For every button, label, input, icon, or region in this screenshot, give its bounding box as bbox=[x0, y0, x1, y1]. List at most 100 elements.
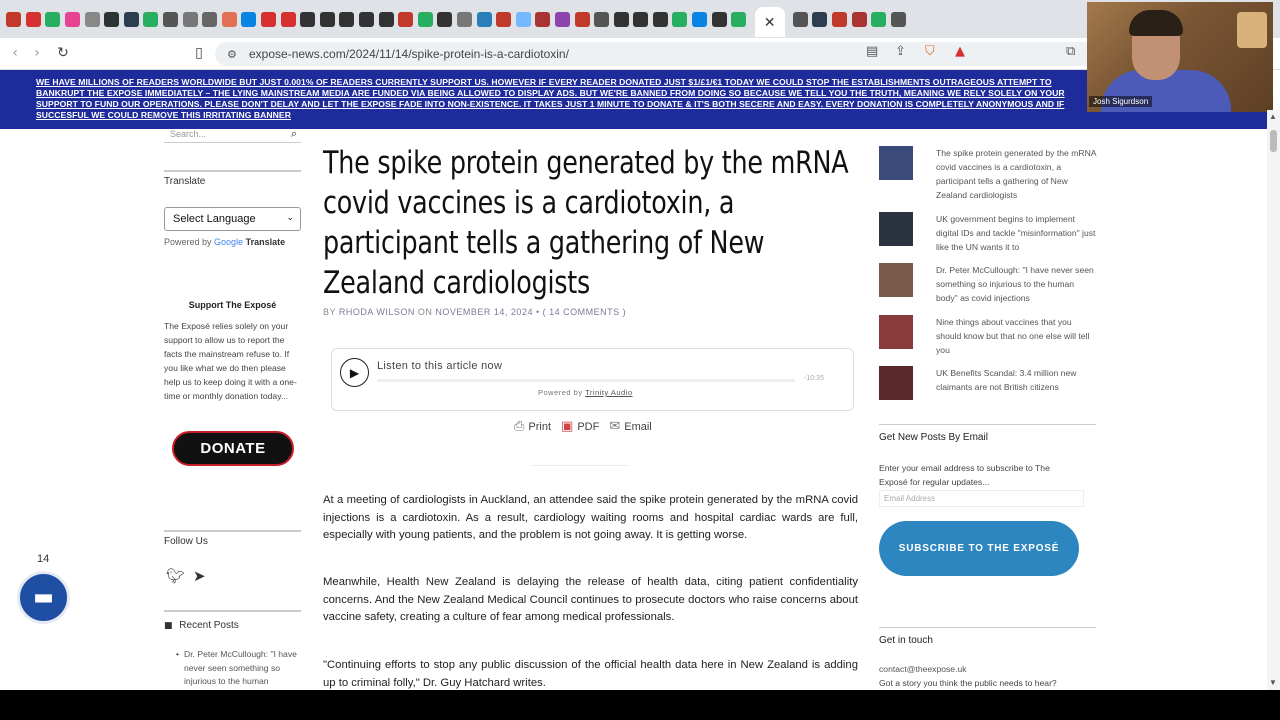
tab-favicon[interactable] bbox=[731, 11, 747, 27]
donation-banner[interactable]: We have millions of readers worldwide bu… bbox=[0, 70, 1272, 129]
tab-favicon[interactable] bbox=[496, 11, 512, 27]
related-post-link[interactable]: The spike protein generated by the mRNA … bbox=[936, 146, 1098, 202]
print-label: Print bbox=[528, 420, 552, 433]
related-post-thumbnail[interactable] bbox=[879, 366, 913, 400]
tab-favicon[interactable] bbox=[280, 11, 296, 27]
tab-favicon[interactable] bbox=[832, 11, 848, 27]
sidebar-search-input[interactable]: Search... ⌕ bbox=[164, 128, 301, 143]
tab-favicon[interactable] bbox=[104, 11, 120, 27]
tab-favicon[interactable] bbox=[300, 11, 316, 27]
forward-icon[interactable]: › bbox=[26, 45, 48, 61]
related-post-thumbnail[interactable] bbox=[879, 315, 913, 349]
tab-favicon[interactable] bbox=[594, 11, 610, 27]
scroll-up-icon[interactable]: ▲ bbox=[1269, 112, 1277, 121]
language-select-value: Select Language bbox=[173, 213, 256, 225]
tab-favicon[interactable] bbox=[851, 11, 867, 27]
tab-favicon[interactable] bbox=[792, 11, 808, 27]
scrollbar-thumb[interactable] bbox=[1270, 130, 1277, 152]
webcam-overlay: Josh Sigurdson bbox=[1087, 2, 1273, 112]
related-post-link[interactable]: Dr. Peter McCullough: "I have never seen… bbox=[936, 263, 1098, 305]
related-post-thumbnail[interactable] bbox=[879, 146, 913, 180]
comments-link[interactable]: ( 14 COMMENTS ) bbox=[543, 307, 627, 317]
telegram-icon[interactable]: ➤ bbox=[193, 567, 206, 585]
tab-favicon[interactable] bbox=[652, 11, 668, 27]
tab-favicon[interactable] bbox=[143, 11, 159, 27]
comments-chat-icon[interactable]: ▬ bbox=[17, 571, 70, 624]
brave-shield-icon[interactable]: ⛉ bbox=[925, 44, 935, 59]
tab-favicon[interactable] bbox=[202, 11, 218, 27]
scroll-down-icon[interactable]: ▼ bbox=[1269, 678, 1277, 687]
email-button[interactable]: ✉ Email bbox=[609, 419, 651, 434]
article-byline: BY RHODA WILSON ON NOVEMBER 14, 2024 • (… bbox=[323, 307, 626, 317]
tab-favicon[interactable] bbox=[871, 11, 887, 27]
reload-icon[interactable]: ↻ bbox=[52, 45, 74, 61]
tab-favicon[interactable] bbox=[319, 11, 335, 27]
tab-favicon[interactable] bbox=[437, 11, 453, 27]
audio-progress-track[interactable] bbox=[377, 379, 795, 382]
rewards-icon[interactable]: ▲ bbox=[955, 44, 965, 59]
tab-favicon[interactable] bbox=[378, 11, 394, 27]
tab-favicon[interactable] bbox=[182, 11, 198, 27]
active-tab[interactable]: ✕ bbox=[754, 7, 785, 37]
share-icon[interactable]: ⇪ bbox=[895, 44, 906, 59]
tab-favicon[interactable] bbox=[692, 11, 708, 27]
translate-link[interactable]: Translate bbox=[246, 237, 286, 247]
contact-email-link[interactable]: contact@theexpose.uk bbox=[879, 664, 967, 674]
tab-favicon[interactable] bbox=[456, 11, 472, 27]
tab-favicon[interactable] bbox=[672, 11, 688, 27]
reader-mode-icon[interactable]: ▤ bbox=[866, 44, 878, 59]
related-post-link[interactable]: Nine things about vaccines that you shou… bbox=[936, 315, 1098, 357]
email-address-input[interactable]: Email Address bbox=[879, 490, 1084, 507]
subscribe-button[interactable]: SUBSCRIBE TO THE EXPOSÉ bbox=[879, 521, 1079, 576]
tab-favicon[interactable] bbox=[417, 11, 433, 27]
tab-favicon[interactable] bbox=[554, 11, 570, 27]
bookmark-icon[interactable]: ▯ bbox=[188, 45, 210, 61]
tab-favicon[interactable] bbox=[65, 11, 81, 27]
play-button[interactable]: ▶ bbox=[340, 358, 369, 387]
twitter-icon[interactable]: 🐦︎ bbox=[166, 567, 185, 585]
donate-button[interactable]: DONATE bbox=[172, 431, 294, 466]
tab-favicon[interactable] bbox=[6, 11, 22, 27]
tab-favicon[interactable] bbox=[515, 11, 531, 27]
page-scrollbar[interactable]: ▲ ▼ bbox=[1267, 110, 1280, 690]
related-post-thumbnail[interactable] bbox=[879, 212, 913, 246]
tab-favicon[interactable] bbox=[25, 11, 41, 27]
tab-favicon[interactable] bbox=[574, 11, 590, 27]
related-post-link[interactable]: UK government begins to implement digita… bbox=[936, 212, 1098, 254]
tab-favicon[interactable] bbox=[613, 11, 629, 27]
tab-favicon[interactable] bbox=[123, 11, 139, 27]
tab-favicon[interactable] bbox=[241, 11, 257, 27]
tab-favicon[interactable] bbox=[711, 11, 727, 27]
close-tab-icon[interactable]: ✕ bbox=[764, 14, 776, 31]
tab-favicon[interactable] bbox=[890, 11, 906, 27]
tab-favicon[interactable] bbox=[163, 11, 179, 27]
tab-favicon[interactable] bbox=[812, 11, 828, 27]
tab-favicon[interactable] bbox=[535, 11, 551, 27]
tab-favicon[interactable] bbox=[339, 11, 355, 27]
extensions-icon[interactable]: ⧉ bbox=[1066, 44, 1075, 59]
tab-favicon[interactable] bbox=[221, 11, 237, 27]
social-links: 🐦︎ ➤ bbox=[166, 567, 206, 585]
tab-favicon[interactable] bbox=[45, 11, 61, 27]
related-post-thumbnail[interactable] bbox=[879, 263, 913, 297]
tab-favicon[interactable] bbox=[358, 11, 374, 27]
tab-favicon[interactable] bbox=[633, 11, 649, 27]
site-info-icon[interactable]: ⚙ bbox=[227, 48, 241, 61]
tab-favicon[interactable] bbox=[476, 11, 492, 27]
tab-favicon[interactable] bbox=[84, 11, 100, 27]
audio-label: Listen to this article now bbox=[377, 360, 503, 372]
pdf-button[interactable]: ▣ PDF bbox=[561, 419, 599, 434]
tab-favicon[interactable] bbox=[398, 11, 414, 27]
recent-post-link[interactable]: Dr. Peter McCullough: "I have never seen… bbox=[176, 648, 304, 689]
language-select[interactable]: Select Language ⌄ bbox=[164, 207, 301, 231]
translate-heading: Translate bbox=[164, 170, 301, 187]
related-post-link[interactable]: UK Benefits Scandal: 3.4 million new cla… bbox=[936, 366, 1098, 394]
tab-favicon[interactable] bbox=[261, 11, 277, 27]
support-text: The Exposé relies solely on your support… bbox=[164, 321, 297, 401]
banner-text[interactable]: We have millions of readers worldwide bu… bbox=[36, 77, 1072, 121]
search-icon[interactable]: ⌕ bbox=[291, 128, 297, 139]
author-link[interactable]: RHODA WILSON bbox=[339, 307, 415, 317]
back-icon[interactable]: ‹ bbox=[4, 45, 26, 61]
audio-vendor-link[interactable]: Trinity Audio bbox=[585, 388, 633, 397]
print-button[interactable]: ⎙ Print bbox=[514, 419, 551, 434]
